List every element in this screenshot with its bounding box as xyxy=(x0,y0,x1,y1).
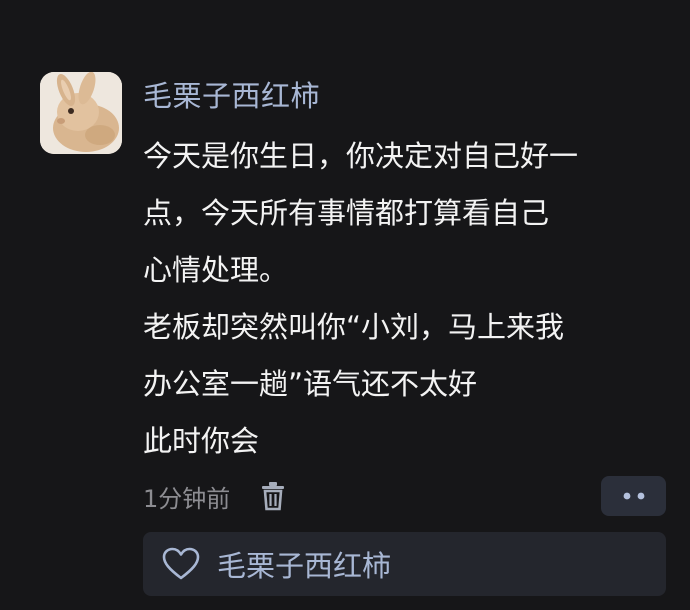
more-dots-icon xyxy=(623,492,644,500)
author-name[interactable]: 毛栗子西红柿 xyxy=(143,76,320,116)
bunny-avatar-image xyxy=(40,72,122,154)
post-content: 今天是你生日，你决定对自己好一 点，今天所有事情都打算看自己 心情处理。 老板却… xyxy=(143,128,678,470)
post-timestamp: 1分钟前 xyxy=(143,484,231,513)
likes-panel: 毛栗子西红柿 xyxy=(143,532,666,596)
heart-icon[interactable] xyxy=(161,547,201,581)
trash-icon[interactable] xyxy=(260,481,286,511)
content-line: 点，今天所有事情都打算看自己 xyxy=(143,196,550,230)
content-line: 办公室一趟”语气还不太好 xyxy=(143,367,478,401)
content-line: 此时你会 xyxy=(143,424,260,458)
post-meta: 1分钟前 xyxy=(143,476,286,516)
content-line: 老板却突然叫你“小刘，马上来我 xyxy=(143,310,565,344)
liker-name-link[interactable]: 毛栗子西红柿 xyxy=(217,543,391,585)
content-line: 今天是你生日，你决定对自己好一 xyxy=(143,139,579,173)
more-options-button[interactable] xyxy=(601,476,666,516)
content-line: 心情处理。 xyxy=(143,253,289,287)
user-avatar[interactable] xyxy=(40,72,122,154)
